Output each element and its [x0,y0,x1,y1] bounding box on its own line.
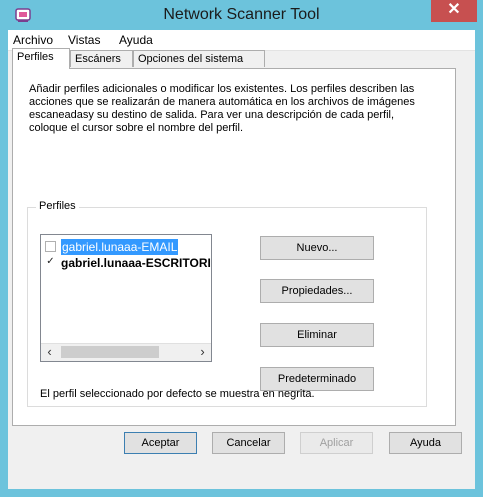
menu-vistas-label: Vistas [68,33,101,47]
profile-checkbox[interactable] [45,241,56,252]
window: Network Scanner Tool ✕ Archivo Vistas Ay… [0,0,483,497]
horizontal-scrollbar[interactable]: ‹ › [41,343,211,361]
properties-button[interactable]: Propiedades... [260,279,374,303]
apply-button[interactable]: Aplicar [300,432,373,454]
new-button[interactable]: Nuevo... [260,236,374,260]
default-profile-note: El perfil seleccionado por defecto se mu… [40,388,315,400]
tab-strip: Perfiles Escáners Opciones del sistema [12,48,456,69]
group-label: Perfiles [36,200,79,212]
scroll-left-icon[interactable]: ‹ [41,344,58,361]
perfiles-panel: Añadir perfiles adicionales o modificar … [12,68,456,426]
delete-button[interactable]: Eliminar [260,323,374,347]
accept-button[interactable]: Aceptar [124,432,197,454]
menu-vistas[interactable]: Vistas [68,33,100,47]
window-title: Network Scanner Tool [163,6,320,23]
panel-description: Añadir perfiles adicionales o modificar … [29,83,415,134]
menu-ayuda[interactable]: Ayuda [119,33,153,47]
profile-name: gabriel.lunaaa-EMAIL [61,239,179,255]
perfiles-groupbox: Perfiles gabriel.lunaaa-EMAIL ✓ gabriel.… [27,200,427,407]
menu-archivo-label: Archivo [13,33,54,47]
cancel-button[interactable]: Cancelar [212,432,285,454]
scroll-thumb[interactable] [61,346,159,358]
tab-opciones-del-sistema[interactable]: Opciones del sistema [133,50,265,67]
list-item[interactable]: gabriel.lunaaa-EMAIL [41,239,211,255]
menu-ayuda-label: Ayuda [119,33,153,47]
title-bar[interactable]: Network Scanner Tool ✕ [0,0,483,30]
help-button[interactable]: Ayuda [389,432,462,454]
profiles-listbox[interactable]: gabriel.lunaaa-EMAIL ✓ gabriel.lunaaa-ES… [40,234,212,362]
tab-perfiles[interactable]: Perfiles [12,48,70,69]
profile-name: gabriel.lunaaa-ESCRITORIO [61,256,212,270]
menu-archivo[interactable]: Archivo [13,33,53,47]
close-button[interactable]: ✕ [431,0,477,22]
profile-checkbox-checked[interactable]: ✓ [45,257,56,268]
tab-escaners[interactable]: Escáners [70,50,133,67]
scroll-right-icon[interactable]: › [194,344,211,361]
list-item[interactable]: ✓ gabriel.lunaaa-ESCRITORIO [41,255,212,271]
